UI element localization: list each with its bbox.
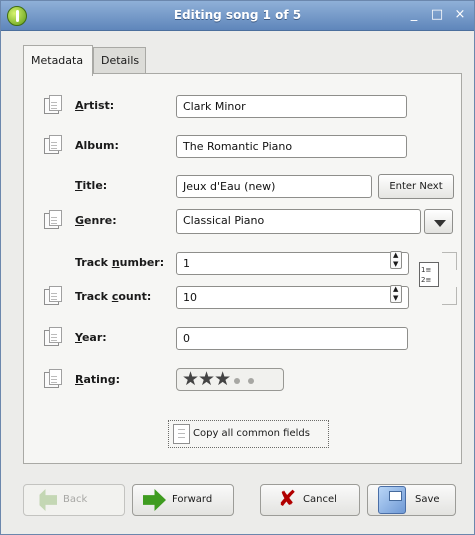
forward-label: Forward [172,494,213,505]
sequence-icon[interactable] [419,262,439,287]
track-link-bracket-bottom [442,287,457,305]
year-input[interactable]: 0 [176,327,408,350]
maximize-button[interactable]: □ [430,7,444,23]
artist-label: Artist: [75,99,115,112]
close-button[interactable]: × [453,7,467,23]
song-editor-window: Editing song 1 of 5 _ □ × Metadata Detai… [0,0,475,535]
track-count-spinner[interactable]: 10 [176,286,409,309]
copy-icon [173,424,190,444]
empty-star-icon[interactable] [248,378,255,384]
back-label: Back [63,494,88,505]
album-row: Album: The Romantic Piano [24,132,461,159]
genre-dropdown-button[interactable] [424,209,453,234]
tab-details[interactable]: Details [93,47,146,74]
document-icon[interactable] [44,327,62,346]
artist-row: Artist: Clark Minor [24,92,461,119]
track-count-label: Track count: [75,290,152,303]
rating-control[interactable]: ★★★ [176,368,284,391]
cancel-label: Cancel [303,494,337,505]
genre-label: Genre: [75,214,117,227]
track-count-stepper[interactable] [390,285,402,303]
album-input[interactable]: The Romantic Piano [176,135,407,158]
track-number-spinner[interactable]: 1 [176,252,409,275]
star-icon[interactable]: ★ [214,369,231,390]
track-number-row: Track number: 1 [24,249,461,276]
title-row: Title: Jeux d'Eau (new) Enter Next [24,172,461,199]
back-arrow-icon [34,489,57,511]
document-icon[interactable] [44,210,62,229]
tab-metadata[interactable]: Metadata [23,45,93,76]
forward-button[interactable]: Forward [132,484,234,516]
star-icon[interactable]: ★ [182,369,199,390]
minimize-button[interactable]: _ [407,7,421,23]
track-count-row: Track count: 10 [24,283,461,310]
title-input[interactable]: Jeux d'Eau (new) [176,175,372,198]
artist-input[interactable]: Clark Minor [176,95,407,118]
year-row: Year: 0 [24,324,461,351]
metadata-panel: Artist: Clark Minor Album: The Romantic … [23,73,462,464]
window-title: Editing song 1 of 5 [173,8,302,22]
rating-label: Rating: [75,373,121,386]
rating-row: Rating: ★★★ [24,366,461,393]
year-label: Year: [75,331,107,344]
track-number-label: Track number: [75,256,165,269]
cancel-button[interactable]: ✘ Cancel [260,484,360,516]
save-button[interactable]: Save [367,484,456,516]
document-icon[interactable] [44,286,62,305]
empty-star-icon[interactable] [234,378,241,384]
document-icon[interactable] [44,135,62,154]
window-controls: _ □ × [407,7,467,23]
enter-next-button[interactable]: Enter Next [378,174,454,199]
track-number-stepper[interactable] [390,251,402,269]
album-label: Album: [75,139,119,152]
back-button[interactable]: Back [23,484,125,516]
forward-arrow-icon [143,489,166,511]
document-icon[interactable] [44,369,62,388]
star-icon[interactable]: ★ [198,369,215,390]
title-bar[interactable]: Editing song 1 of 5 _ □ × [1,1,474,31]
track-link-bracket-top [442,252,457,270]
genre-combo[interactable]: Classical Piano [176,209,421,234]
copy-common-fields-button[interactable]: Copy all common fields [168,420,329,448]
copy-button-label: Copy all common fields [193,428,310,439]
cancel-icon: ✘ [278,487,297,512]
save-icon [378,486,406,514]
genre-row: Genre: Classical Piano [24,207,461,234]
document-icon[interactable] [44,95,62,114]
title-label: Title: [75,179,108,192]
save-label: Save [415,494,440,505]
